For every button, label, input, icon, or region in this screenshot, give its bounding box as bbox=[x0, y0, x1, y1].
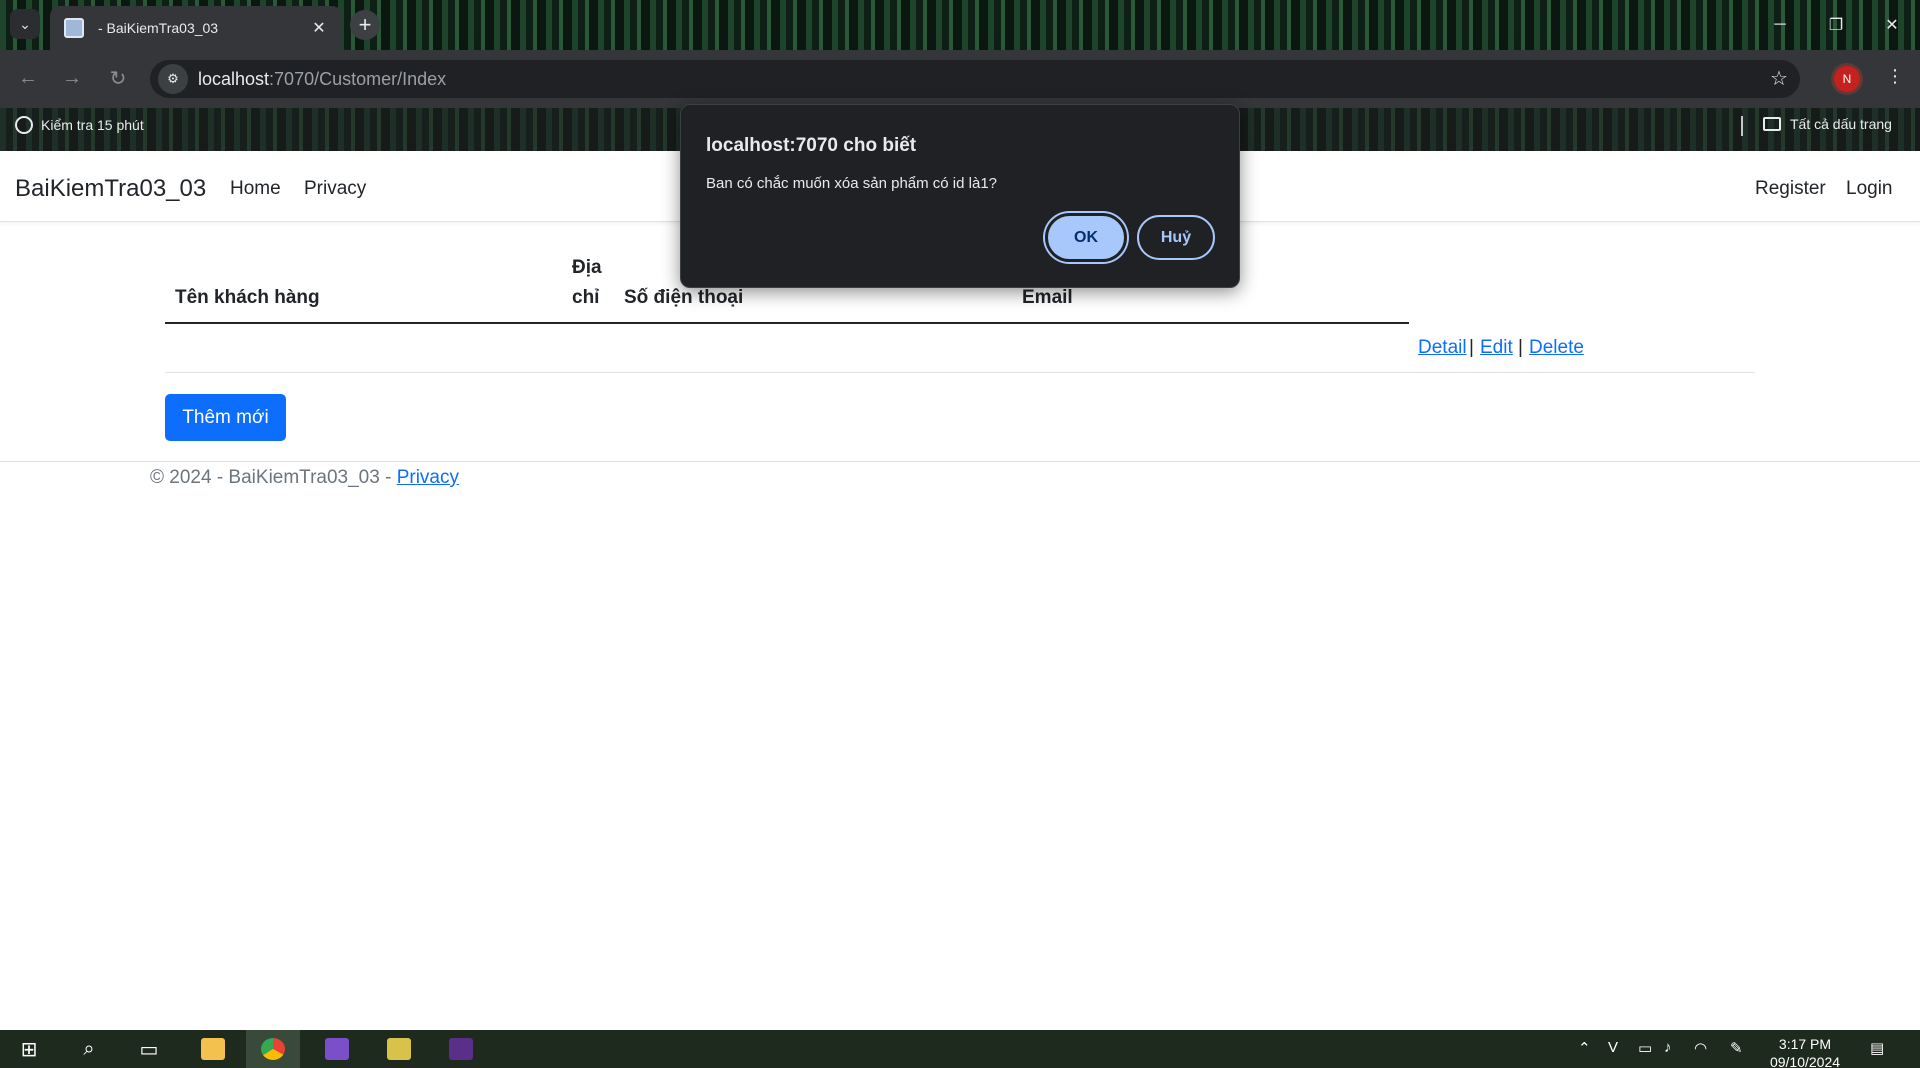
forward-button[interactable]: → bbox=[58, 64, 86, 92]
column-header-phone: Số điện thoại bbox=[624, 287, 744, 308]
column-header-name: Tên khách hàng bbox=[175, 287, 320, 308]
column-header-email: Email bbox=[1022, 287, 1073, 308]
restore-icon: ❐ bbox=[1828, 17, 1844, 34]
bookmark-star-icon[interactable]: ☆ bbox=[1770, 66, 1788, 91]
bookmark-item[interactable]: Kiểm tra 15 phút bbox=[15, 116, 144, 134]
terminal-taskbar-button[interactable] bbox=[434, 1030, 488, 1068]
site-brand[interactable]: BaiKiemTra03_03 bbox=[15, 175, 206, 203]
bookmark-label: Tất cả dấu trang bbox=[1790, 116, 1892, 132]
pen-icon[interactable]: ✎ bbox=[1730, 1039, 1743, 1057]
url-host: localhost bbox=[198, 68, 270, 89]
profile-avatar[interactable]: N bbox=[1834, 66, 1860, 92]
add-new-button[interactable]: Thêm mới bbox=[165, 394, 286, 441]
tab-strip: ⌄ - BaiKiemTra03_03 ✕ + ─ ❐ ✕ bbox=[0, 0, 1920, 50]
tab-search-button[interactable]: ⌄ bbox=[10, 9, 40, 39]
clock-date: 09/10/2024 bbox=[1769, 1054, 1841, 1068]
plus-icon: + bbox=[358, 12, 372, 37]
visual-studio-button[interactable] bbox=[310, 1030, 364, 1068]
site-info-icon[interactable]: ⚙ bbox=[158, 64, 188, 94]
footer: © 2024 - BaiKiemTra03_03 - Privacy bbox=[150, 467, 459, 489]
clock-time: 3:17 PM bbox=[1778, 1036, 1832, 1052]
app-icon bbox=[387, 1038, 411, 1060]
close-tab-icon[interactable]: ✕ bbox=[308, 17, 330, 39]
close-window-button[interactable]: ✕ bbox=[1864, 0, 1920, 50]
visual-studio-icon bbox=[325, 1038, 349, 1060]
column-header-address-line2: chỉ bbox=[572, 287, 600, 308]
footer-border bbox=[0, 461, 1920, 462]
column-header-address-line1: Địa bbox=[572, 257, 602, 278]
detail-link[interactable]: Detail bbox=[1418, 337, 1467, 359]
dialog-title: localhost:7070 cho biết bbox=[706, 135, 917, 156]
task-view-icon: ▭ bbox=[139, 1038, 159, 1061]
globe-icon bbox=[15, 116, 33, 134]
bookmarks-divider bbox=[1741, 116, 1743, 136]
minimize-button[interactable]: ─ bbox=[1752, 0, 1808, 50]
bookmark-label: Kiểm tra 15 phút bbox=[41, 117, 144, 133]
nav-link-home[interactable]: Home bbox=[230, 178, 281, 200]
delete-link[interactable]: Delete bbox=[1529, 337, 1584, 359]
reload-button[interactable]: ↻ bbox=[104, 64, 132, 92]
separator: | bbox=[1469, 337, 1474, 358]
edit-link[interactable]: Edit bbox=[1480, 337, 1513, 359]
notification-icon[interactable]: ▤ bbox=[1870, 1039, 1884, 1057]
windows-logo-icon: ⊞ bbox=[20, 1038, 38, 1061]
task-view-button[interactable]: ▭ bbox=[122, 1030, 176, 1068]
kebab-menu-icon[interactable]: ⋮ bbox=[1886, 66, 1904, 87]
new-tab-button[interactable]: + bbox=[350, 10, 380, 40]
footer-privacy-link[interactable]: Privacy bbox=[397, 467, 459, 488]
confirm-dialog: localhost:7070 cho biết Ban có chắc muốn… bbox=[680, 104, 1240, 288]
chevron-up-icon[interactable]: ⌃ bbox=[1578, 1039, 1591, 1057]
chrome-icon bbox=[261, 1038, 285, 1060]
chevron-down-icon: ⌄ bbox=[19, 15, 31, 32]
table-header-border bbox=[165, 322, 1409, 324]
dialog-ok-button[interactable]: OK bbox=[1045, 213, 1127, 262]
taskbar-clock[interactable]: 3:17 PM 09/10/2024 bbox=[1765, 1035, 1845, 1068]
nav-link-privacy[interactable]: Privacy bbox=[304, 178, 366, 200]
nav-link-register[interactable]: Register bbox=[1755, 178, 1826, 200]
tab-title: - BaiKiemTra03_03 bbox=[98, 20, 219, 36]
start-button[interactable]: ⊞ bbox=[2, 1030, 56, 1068]
table-row-border bbox=[165, 372, 1755, 373]
folder-icon bbox=[201, 1038, 225, 1060]
search-icon: ⌕ bbox=[83, 1037, 95, 1060]
chrome-taskbar-button[interactable] bbox=[246, 1030, 300, 1068]
back-button[interactable]: ← bbox=[14, 64, 42, 92]
dialog-message: Ban có chắc muốn xóa sản phẩm có id là1? bbox=[706, 175, 998, 192]
app-taskbar-button[interactable] bbox=[372, 1030, 426, 1068]
arrow-right-icon: → bbox=[62, 66, 82, 89]
address-bar[interactable]: ⚙ localhost:7070/Customer/Index bbox=[150, 60, 1800, 98]
battery-icon[interactable]: ▭ bbox=[1638, 1039, 1652, 1057]
dialog-cancel-button[interactable]: Huỷ bbox=[1137, 215, 1215, 260]
nav-link-login[interactable]: Login bbox=[1846, 178, 1893, 200]
arrow-left-icon: ← bbox=[18, 66, 38, 89]
search-button[interactable]: ⌕ bbox=[62, 1030, 116, 1068]
all-bookmarks-item[interactable]: Tất cả dấu trang bbox=[1763, 116, 1892, 132]
folder-icon bbox=[1763, 117, 1781, 131]
browser-tab[interactable]: - BaiKiemTra03_03 ✕ bbox=[50, 6, 342, 50]
url-path: :7070/Customer/Index bbox=[269, 68, 447, 89]
minimize-icon: ─ bbox=[1774, 16, 1786, 33]
wifi-icon[interactable]: ◠ bbox=[1694, 1039, 1707, 1057]
app-tray-icon[interactable]: V bbox=[1608, 1039, 1618, 1056]
footer-text: © 2024 - BaiKiemTra03_03 - bbox=[150, 467, 397, 488]
reload-icon: ↻ bbox=[109, 67, 127, 90]
file-explorer-button[interactable] bbox=[186, 1030, 240, 1068]
page-favicon-icon bbox=[64, 18, 84, 38]
volume-icon[interactable]: ♪ bbox=[1664, 1039, 1672, 1056]
terminal-icon bbox=[449, 1038, 473, 1060]
close-icon: ✕ bbox=[1885, 17, 1899, 34]
separator: | bbox=[1518, 337, 1523, 358]
restore-button[interactable]: ❐ bbox=[1808, 0, 1864, 50]
